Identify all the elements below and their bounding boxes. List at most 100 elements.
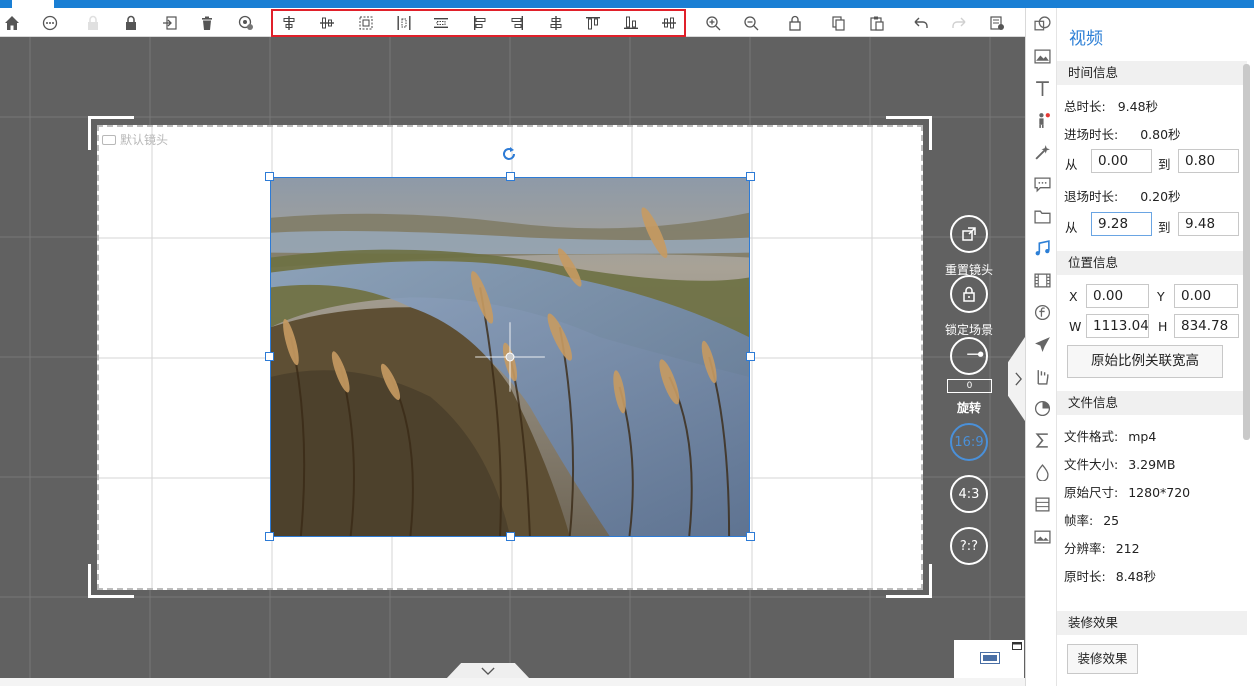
lock-scene-icon bbox=[963, 286, 975, 302]
video-element[interactable] bbox=[270, 177, 750, 537]
settings-icon[interactable] bbox=[235, 12, 257, 34]
effects-wand-icon[interactable] bbox=[1032, 142, 1052, 162]
resize-handle-top-right[interactable] bbox=[746, 172, 755, 181]
x-field[interactable]: 0.00 bbox=[1086, 284, 1149, 308]
align-top-icon[interactable] bbox=[582, 12, 604, 34]
align-middle-icon[interactable] bbox=[658, 12, 680, 34]
out-end-field[interactable]: 9.48 bbox=[1178, 212, 1239, 236]
video-icon[interactable] bbox=[1032, 270, 1052, 290]
reset-camera-icon bbox=[962, 227, 976, 241]
more-icon[interactable] bbox=[39, 12, 61, 34]
reset-camera-button[interactable] bbox=[950, 215, 988, 253]
resize-handle-bottom-left[interactable] bbox=[265, 532, 274, 541]
in-end-field[interactable]: 0.80 bbox=[1178, 149, 1239, 173]
comment-icon[interactable] bbox=[1032, 174, 1052, 194]
align-bottom-icon[interactable] bbox=[620, 12, 642, 34]
zoom-out-icon[interactable] bbox=[740, 12, 762, 34]
rotate-dial-icon bbox=[967, 351, 984, 357]
resolution-row: 分辨率: 212 bbox=[1064, 538, 1140, 557]
screen-icon bbox=[980, 652, 1000, 664]
frame-corner-bottom-right bbox=[886, 564, 932, 598]
keep-aspect-ratio-button[interactable]: 原始比例关联宽高 bbox=[1067, 345, 1223, 378]
shapes-icon[interactable] bbox=[1032, 14, 1052, 34]
rotate-input[interactable]: 0 bbox=[947, 379, 992, 393]
gallery-icon[interactable] bbox=[1032, 526, 1052, 546]
active-tab[interactable] bbox=[12, 0, 54, 8]
resize-handle-top-left[interactable] bbox=[265, 172, 274, 181]
text-icon[interactable] bbox=[1032, 78, 1052, 98]
toolbar bbox=[0, 8, 1025, 37]
zoom-in-icon[interactable] bbox=[702, 12, 724, 34]
rotate-handle-icon[interactable] bbox=[500, 145, 518, 163]
ratio-custom-button[interactable]: ?:? bbox=[950, 527, 988, 565]
original-duration-row: 原时长: 8.48秒 bbox=[1064, 566, 1156, 585]
resize-handle-top[interactable] bbox=[506, 172, 515, 181]
decoration-button[interactable]: 装修效果 bbox=[1067, 644, 1138, 674]
fit-frame-icon[interactable] bbox=[355, 12, 377, 34]
sigma-icon[interactable] bbox=[1032, 430, 1052, 450]
paste-icon[interactable] bbox=[866, 12, 888, 34]
in-start-field[interactable]: 0.00 bbox=[1091, 149, 1152, 173]
image-icon[interactable] bbox=[1032, 46, 1052, 66]
panel-scrollbar[interactable] bbox=[1243, 64, 1250, 440]
align-right-icon[interactable] bbox=[506, 12, 528, 34]
in-duration-label: 进场时长: bbox=[1064, 127, 1119, 142]
resize-handle-bottom-right[interactable] bbox=[746, 532, 755, 541]
delete-icon[interactable] bbox=[196, 12, 218, 34]
out-start-field[interactable]: 9.28 bbox=[1091, 212, 1152, 236]
resize-handle-right[interactable] bbox=[746, 352, 755, 361]
fps-row: 帧率: 25 bbox=[1064, 510, 1119, 529]
resize-handle-left[interactable] bbox=[265, 352, 274, 361]
chevron-down-icon bbox=[481, 667, 495, 675]
maximize-icon[interactable] bbox=[1012, 642, 1022, 650]
lock-icon[interactable] bbox=[784, 12, 806, 34]
dimension-value: 1280*720 bbox=[1128, 485, 1191, 500]
music-icon[interactable] bbox=[1032, 238, 1052, 258]
home-icon[interactable] bbox=[1, 12, 23, 34]
ratio-16-9-button[interactable]: 16:9 bbox=[950, 423, 988, 461]
status-strip bbox=[0, 678, 1025, 686]
format-label: 文件格式: bbox=[1064, 429, 1119, 444]
lock-icon[interactable] bbox=[120, 12, 142, 34]
lock-disabled-icon[interactable] bbox=[82, 12, 104, 34]
fps-value: 25 bbox=[1103, 513, 1120, 528]
formula-icon[interactable] bbox=[1032, 302, 1052, 322]
lock-scene-button[interactable] bbox=[950, 275, 988, 313]
x-label: X bbox=[1069, 289, 1078, 304]
thumbnail-panel[interactable] bbox=[954, 640, 1024, 678]
distribute-horizontal-icon[interactable] bbox=[393, 12, 415, 34]
align-center-horizontal-icon[interactable] bbox=[278, 12, 300, 34]
size-row: 文件大小: 3.29MB bbox=[1064, 454, 1175, 473]
height-field[interactable]: 834.78 bbox=[1174, 314, 1239, 338]
ratio-4-3-button[interactable]: 4:3 bbox=[950, 475, 988, 513]
align-center-icon[interactable] bbox=[545, 12, 567, 34]
workspace[interactable]: 默认镜头 重置镜头 锁定场景 0 旋转 16:9 4:3 ?:? bbox=[0, 37, 1025, 678]
align-center-vertical-icon[interactable] bbox=[316, 12, 338, 34]
y-field[interactable]: 0.00 bbox=[1174, 284, 1238, 308]
character-icon[interactable] bbox=[1032, 110, 1052, 130]
layers-icon[interactable] bbox=[1032, 494, 1052, 514]
rotate-dial[interactable] bbox=[950, 337, 988, 375]
in-from-label: 从 bbox=[1065, 157, 1078, 172]
rotate-label: 旋转 bbox=[956, 401, 981, 415]
export-icon[interactable] bbox=[986, 12, 1008, 34]
import-icon[interactable] bbox=[159, 12, 181, 34]
properties-panel: 视频 时间信息 总时长: 9.48秒 进场时长: 0.80秒 从 0.00 到 0.… bbox=[1057, 8, 1254, 686]
width-field[interactable]: 1113.04 bbox=[1086, 314, 1149, 338]
redo-icon[interactable] bbox=[948, 12, 970, 34]
airplane-icon[interactable] bbox=[1032, 334, 1052, 354]
undo-icon[interactable] bbox=[910, 12, 932, 34]
resolution-label: 分辨率: bbox=[1064, 541, 1106, 556]
align-left-icon[interactable] bbox=[469, 12, 491, 34]
hand-icon[interactable] bbox=[1032, 366, 1052, 386]
frame-corner-bottom-left bbox=[88, 564, 134, 598]
folder-icon[interactable] bbox=[1032, 206, 1052, 226]
distribute-vertical-icon[interactable] bbox=[430, 12, 452, 34]
y-label: Y bbox=[1157, 289, 1165, 304]
drop-icon[interactable] bbox=[1032, 462, 1052, 482]
pie-chart-icon[interactable] bbox=[1032, 398, 1052, 418]
resize-handle-bottom[interactable] bbox=[506, 532, 515, 541]
format-value: mp4 bbox=[1128, 429, 1157, 444]
copy-icon[interactable] bbox=[828, 12, 850, 34]
out-duration-value: 0.20秒 bbox=[1140, 189, 1181, 204]
